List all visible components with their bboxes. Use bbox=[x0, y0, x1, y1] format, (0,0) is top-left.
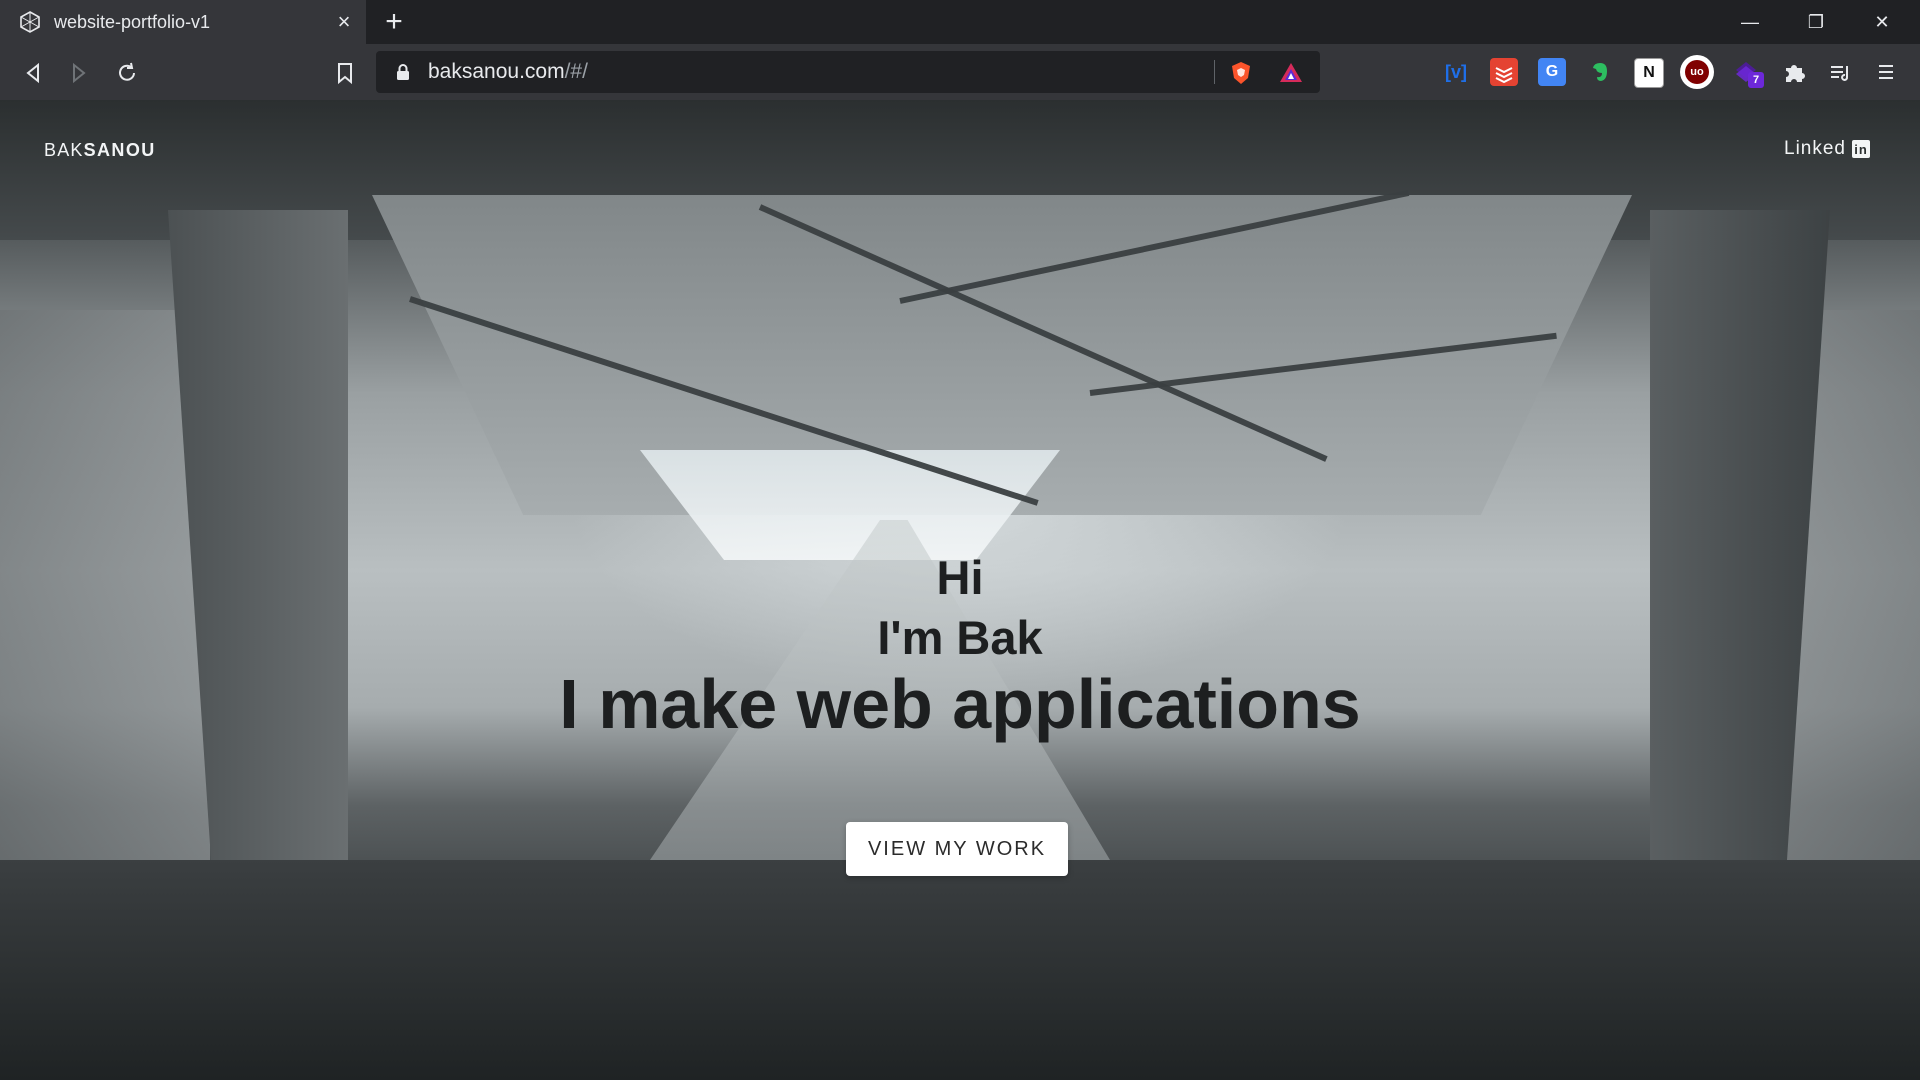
brave-shields-icon[interactable] bbox=[1228, 60, 1254, 86]
url-host: baksanou.com bbox=[428, 60, 565, 83]
ublock-icon[interactable]: uo bbox=[1680, 55, 1714, 89]
view-my-work-button[interactable]: VIEW MY WORK bbox=[846, 822, 1068, 876]
evernote-icon[interactable] bbox=[1586, 58, 1614, 86]
hero-tagline: I make web applications bbox=[559, 665, 1361, 743]
notion-icon[interactable]: N bbox=[1634, 58, 1664, 88]
reload-icon[interactable] bbox=[112, 58, 142, 88]
forward-icon[interactable] bbox=[64, 58, 94, 88]
hero-greeting: Hi bbox=[936, 551, 984, 604]
url-path: /#/ bbox=[564, 60, 588, 83]
hero-heading: Hi I'm Bak I make web applications bbox=[0, 550, 1920, 744]
brave-rewards-icon[interactable] bbox=[1278, 60, 1304, 86]
back-icon[interactable] bbox=[18, 58, 48, 88]
media-controls-icon[interactable] bbox=[1826, 58, 1854, 86]
vm-icon[interactable]: [v] bbox=[1442, 58, 1470, 86]
omnibox-divider bbox=[1214, 60, 1215, 84]
new-tab-button[interactable]: + bbox=[380, 7, 408, 37]
bookmark-icon[interactable] bbox=[330, 58, 360, 88]
linkedin-icon: in bbox=[1852, 140, 1870, 158]
linkedin-link[interactable]: Linked in bbox=[1784, 138, 1870, 160]
hero-floor bbox=[0, 860, 1920, 1080]
url-text: baksanou.com/#/ bbox=[428, 61, 588, 83]
linkedin-label: Linked bbox=[1784, 138, 1846, 159]
tab-close-button[interactable]: × bbox=[332, 10, 356, 34]
browser-toolbar: baksanou.com/#/ [v] G N uo 7 bbox=[0, 44, 1920, 100]
tab-title: website-portfolio-v1 bbox=[54, 12, 211, 32]
translate-icon[interactable]: G bbox=[1538, 58, 1566, 86]
site-logo-light: BAK bbox=[44, 140, 84, 160]
extensions-puzzle-icon[interactable] bbox=[1780, 58, 1808, 86]
ublock-label: uo bbox=[1685, 60, 1709, 84]
address-bar[interactable]: baksanou.com/#/ bbox=[376, 51, 1320, 93]
web-page: BAKSANOU Linked in Hi I'm Bak I make web… bbox=[0, 100, 1920, 1080]
minimize-button[interactable]: — bbox=[1728, 8, 1772, 36]
lock-icon bbox=[397, 64, 409, 80]
site-logo[interactable]: BAKSANOU bbox=[44, 140, 156, 161]
site-logo-strong: SANOU bbox=[83, 140, 156, 160]
hero-skylight bbox=[640, 450, 1060, 560]
close-window-button[interactable]: ✕ bbox=[1860, 8, 1904, 36]
hero-name: I'm Bak bbox=[877, 611, 1043, 664]
extension-badge-count: 7 bbox=[1748, 72, 1764, 88]
restore-button[interactable]: ❐ bbox=[1794, 8, 1838, 36]
browser-titlebar: website-portfolio-v1 × + — ❐ ✕ bbox=[0, 0, 1920, 44]
browser-tab[interactable]: website-portfolio-v1 × bbox=[0, 0, 366, 44]
menu-icon[interactable] bbox=[1872, 58, 1900, 86]
site-favicon-icon bbox=[20, 11, 40, 33]
todoist-icon[interactable] bbox=[1490, 58, 1518, 86]
extension-badge-icon[interactable]: 7 bbox=[1732, 58, 1764, 88]
